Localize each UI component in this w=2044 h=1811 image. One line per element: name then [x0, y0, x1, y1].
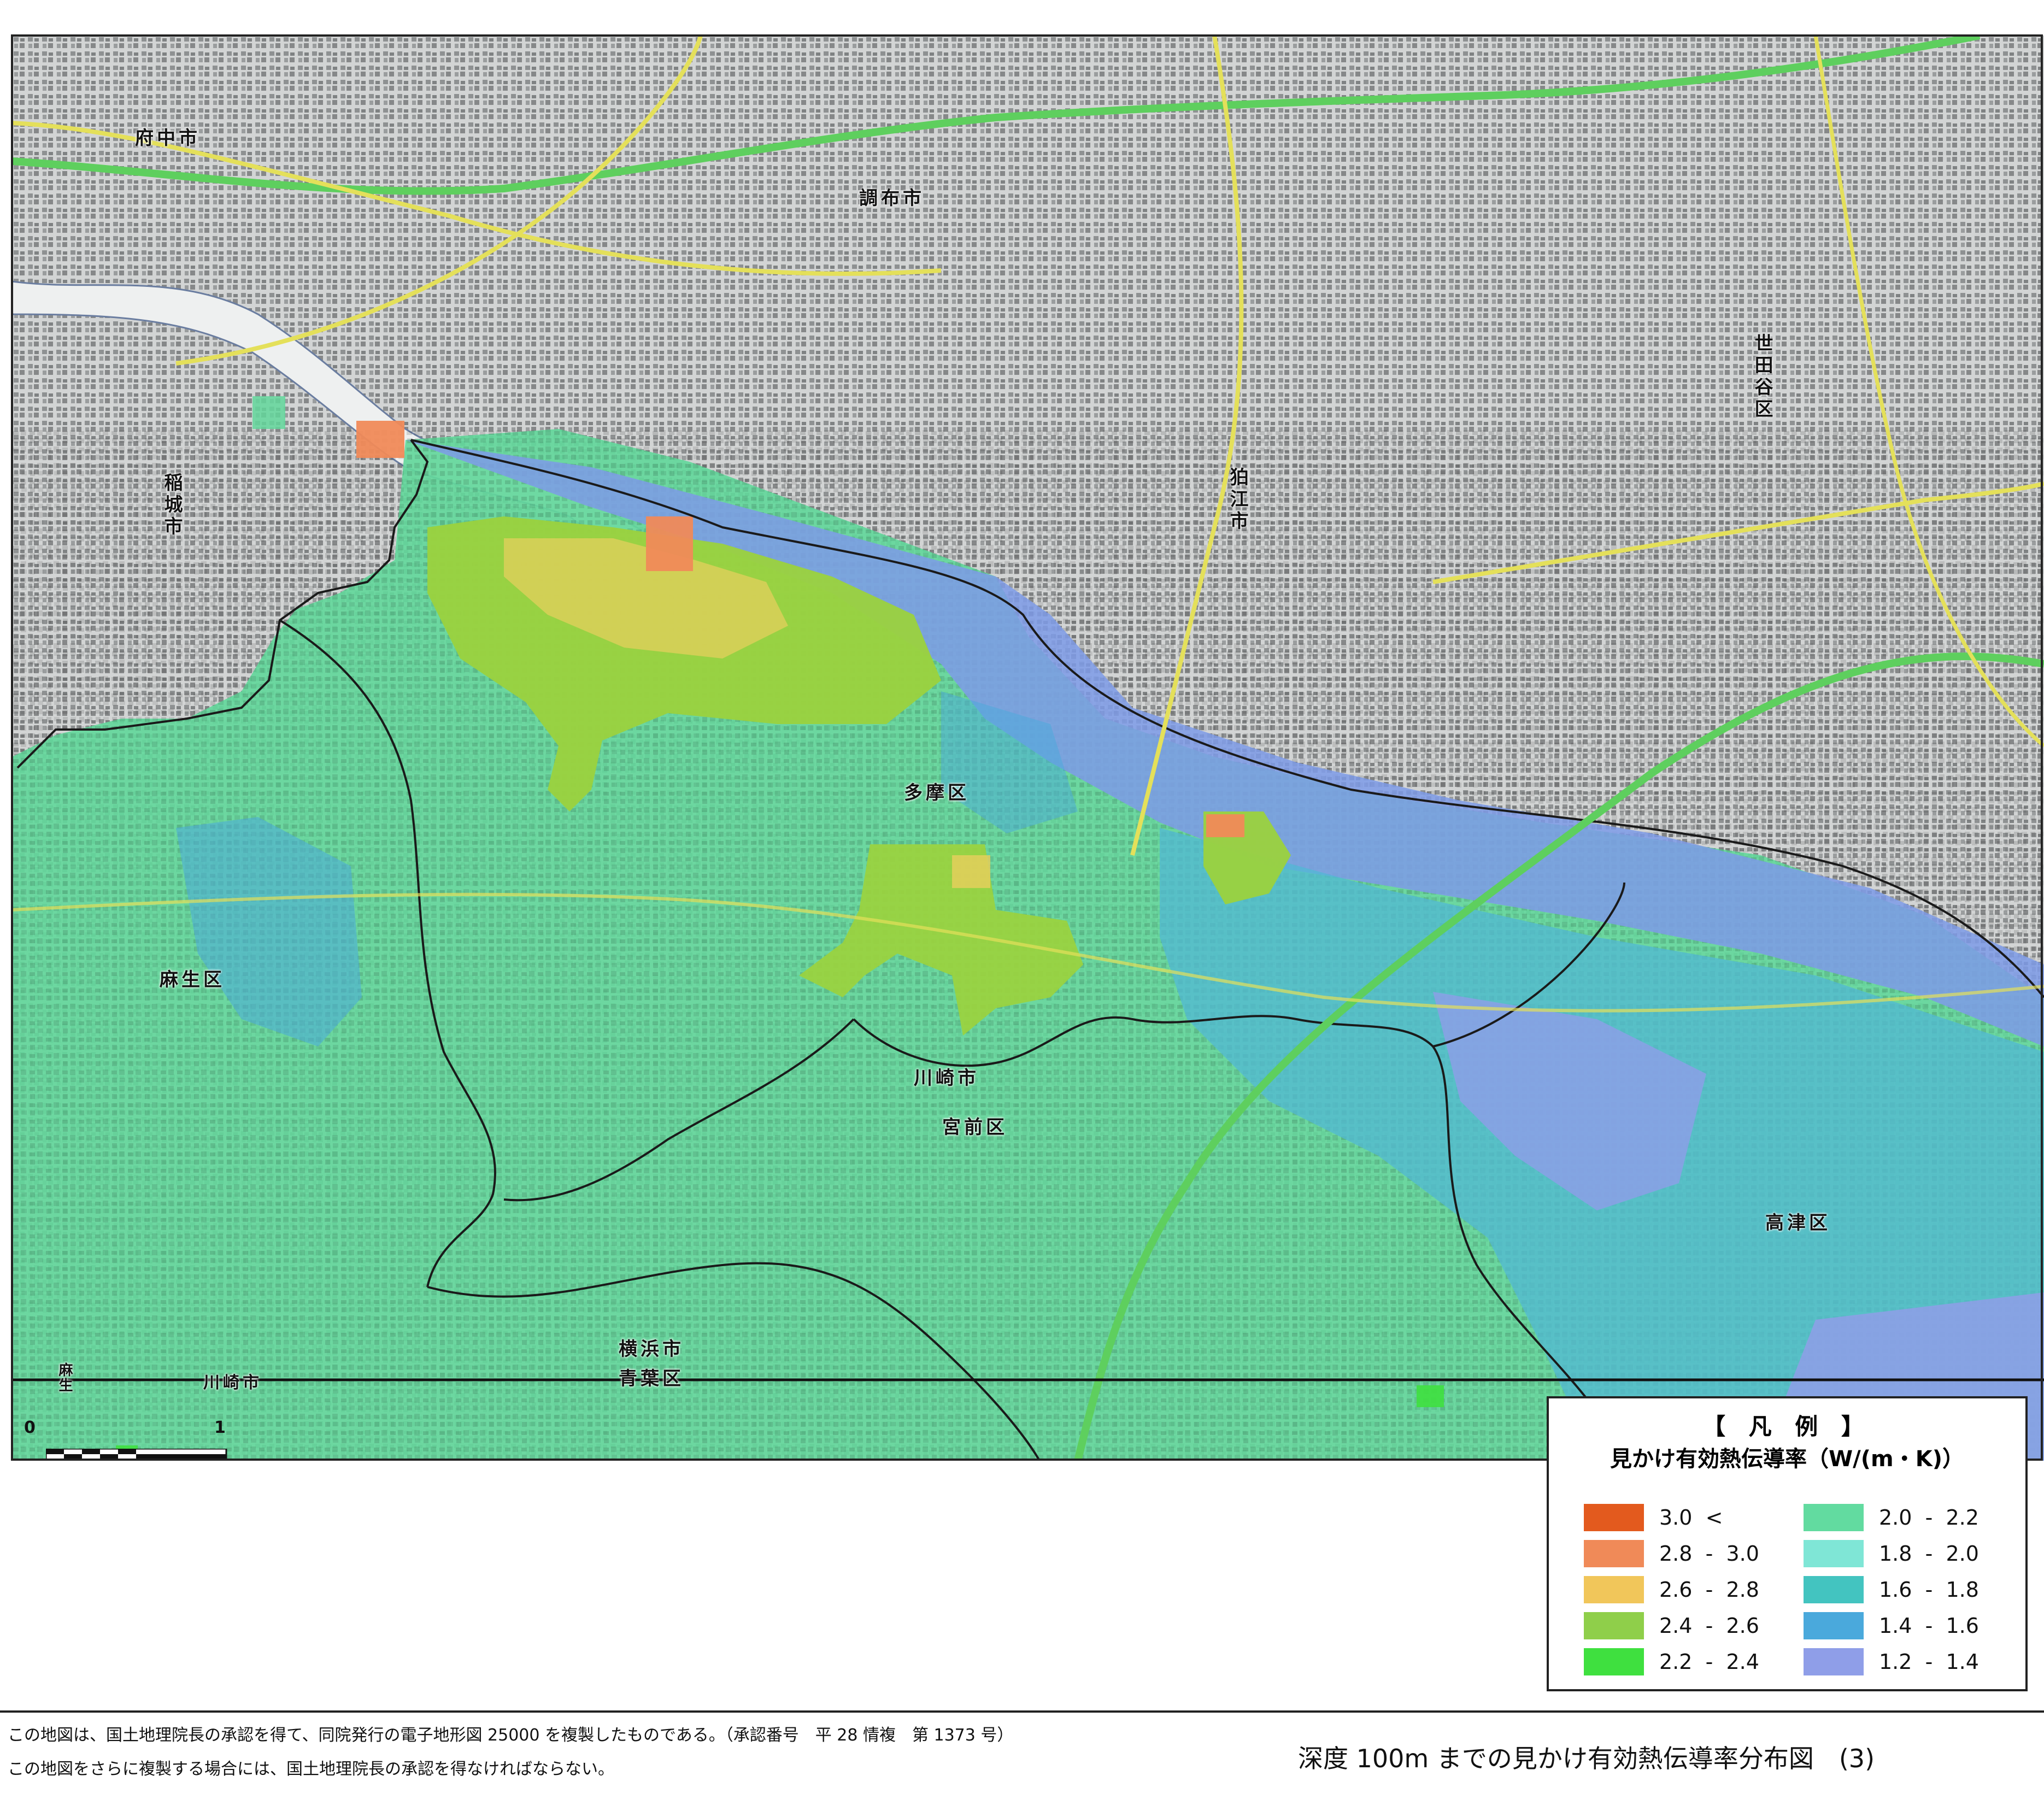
label-takatsu-ku: 高津区 — [1765, 1212, 1831, 1234]
legend-swatch — [1584, 1576, 1644, 1603]
map-sheet: 府中市 調布市 世田谷区 狛江市 稲城市 多摩区 麻生区 川崎市 宮前区 高津区… — [0, 0, 2044, 1811]
hotspot-orange-3 — [1206, 814, 1244, 837]
label-tama-ku: 多摩区 — [904, 782, 970, 804]
legend-item: 1.4 - 1.6 — [1804, 1612, 1979, 1640]
scale-bar-graphic — [46, 1449, 227, 1461]
legend-swatch — [1584, 1648, 1644, 1675]
legend-label: 2.0 - 2.2 — [1879, 1506, 1979, 1530]
legend-swatch — [1584, 1540, 1644, 1567]
legend-item: 1.6 - 1.8 — [1804, 1575, 1979, 1604]
label-asao-2: 麻生 — [56, 1362, 73, 1393]
legend-label: 2.2 - 2.4 — [1659, 1650, 1759, 1674]
legend-swatch — [1804, 1576, 1864, 1603]
legend-swatch — [1804, 1648, 1864, 1675]
label-kawasaki-city-2: 川崎市 — [203, 1373, 262, 1392]
legend-label: 2.8 - 3.0 — [1659, 1542, 1759, 1566]
legend-label: 1.2 - 1.4 — [1879, 1650, 1979, 1674]
legend-item: 1.2 - 1.4 — [1804, 1648, 1979, 1676]
map-graphics — [12, 36, 2044, 1461]
legend-label: 1.4 - 1.6 — [1879, 1614, 1979, 1638]
label-asao-ku: 麻生区 — [160, 969, 225, 991]
patch-1 — [252, 396, 285, 429]
zone-yellow-center — [952, 855, 990, 888]
label-setagaya: 世田谷区 — [1751, 333, 1773, 421]
label-miyamae-ku: 宮前区 — [942, 1116, 1008, 1138]
legend-label: 2.4 - 2.6 — [1659, 1614, 1759, 1638]
legend-swatch — [1804, 1612, 1864, 1639]
legend-item: 2.4 - 2.6 — [1584, 1612, 1759, 1640]
legend-swatch — [1584, 1504, 1644, 1531]
label-fuchu: 府中市 — [135, 127, 201, 149]
legend-subtitle: 見かけ有効熱伝導率（W/(m・K)） — [1610, 1447, 1964, 1472]
legend-item: 2.0 - 2.2 — [1804, 1503, 1979, 1532]
conductivity-overlay — [12, 396, 2044, 1461]
legend-swatch — [1584, 1612, 1644, 1639]
patch-2 — [1417, 1385, 1444, 1407]
scale-end: 1 — [214, 1418, 226, 1437]
legend-item: 1.8 - 2.0 — [1804, 1539, 1979, 1568]
legend-item: 2.2 - 2.4 — [1584, 1648, 1759, 1676]
legend-swatch — [1804, 1504, 1864, 1531]
scale-start: 0 — [24, 1418, 36, 1437]
map-area[interactable]: 府中市 調布市 世田谷区 狛江市 稲城市 多摩区 麻生区 川崎市 宮前区 高津区… — [12, 36, 2044, 1461]
label-inagi: 稲城市 — [161, 473, 183, 538]
copyright-note-2: この地図をさらに複製する場合には、国土地理院長の承認を得なければならない。 — [8, 1760, 614, 1779]
map-title: 深度 100m までの見かけ有効熱伝導率分布図 (3) — [1298, 1744, 1875, 1773]
legend-item: 3.0 < — [1584, 1503, 1723, 1532]
footer-divider — [0, 1710, 2044, 1713]
legend-label: 3.0 < — [1659, 1506, 1723, 1530]
legend-item: 2.8 - 3.0 — [1584, 1539, 1759, 1568]
label-chofu: 調布市 — [859, 187, 925, 209]
legend-label: 2.6 - 2.8 — [1659, 1578, 1759, 1602]
legend-label: 1.6 - 1.8 — [1879, 1578, 1979, 1602]
hotspot-orange-2 — [356, 421, 404, 458]
copyright-note-1: この地図は、国土地理院長の承認を得て、同院発行の電子地形図 25000 を複製し… — [8, 1726, 1014, 1745]
scale-bar: 0 1 km — [24, 1418, 243, 1461]
legend-panel: 【 凡 例 】 見かけ有効熱伝導率（W/(m・K)） 3.0 < 2.8 - 3… — [1547, 1396, 2028, 1691]
label-kawasaki-city: 川崎市 — [914, 1067, 979, 1089]
label-yokohama-city: 横浜市 — [619, 1338, 684, 1360]
legend-title: 【 凡 例 】 — [1702, 1413, 1872, 1440]
legend-label: 1.8 - 2.0 — [1879, 1542, 1979, 1566]
label-aoba-ku: 青葉区 — [619, 1368, 684, 1390]
legend-item: 2.6 - 2.8 — [1584, 1575, 1759, 1604]
label-komae: 狛江市 — [1226, 467, 1248, 533]
hotspot-orange-1 — [646, 516, 693, 571]
legend-swatch — [1804, 1540, 1864, 1567]
